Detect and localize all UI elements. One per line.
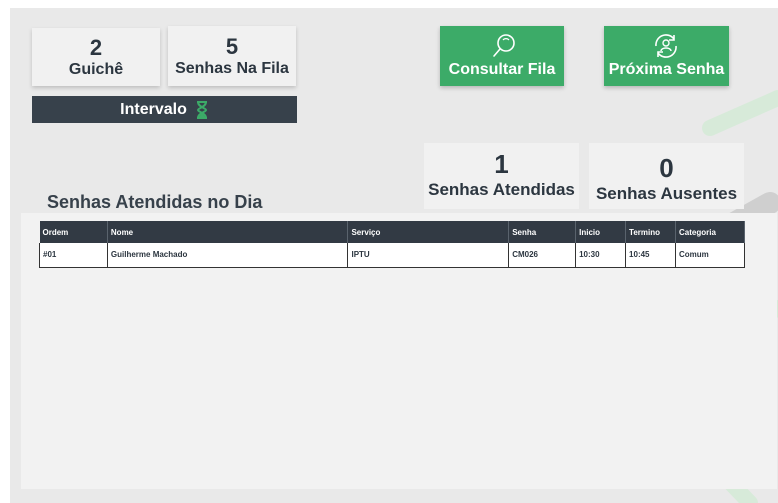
guiche-card: 2 Guichê [32,28,160,86]
atendidas-value: 1 [494,149,509,179]
intervalo-label: Intervalo [120,100,187,118]
section-title: Senhas Atendidas no Dia [47,192,263,212]
column-header: Categoria [675,221,745,243]
column-header: Inicio [575,221,627,243]
column-header: Nome [107,221,349,243]
intervalo-button[interactable]: Intervalo [32,96,297,123]
guiche-value: 2 [89,35,103,60]
table-cell: #01 [39,243,108,268]
table-panel: Ordem Nome Serviço Senha Inicio Termino … [21,213,777,489]
column-header: Termino [625,221,677,243]
proxima-senha-button[interactable]: Próxima Senha [604,26,729,86]
main-frame: 2 Guichê 5 Senhas Na Fila Intervalo Cons… [10,8,778,503]
table-cell: Comum [675,243,745,268]
column-header: Serviço [347,221,510,243]
table-cell: IPTU [347,243,510,268]
guiche-label: Guichê [68,61,124,78]
table-row[interactable]: #01 Guilherme Machado IPTU CM026 10:30 1… [39,243,745,268]
senhas-table: Ordem Nome Serviço Senha Inicio Termino … [39,221,745,268]
ausentes-value: 0 [659,153,674,183]
search-icon [493,34,515,57]
consultar-fila-label: Consultar Fila [448,61,556,78]
hourglass-icon [196,100,207,119]
atendidas-card: 1 Senhas Atendidas [424,143,579,209]
refresh-user-icon [655,34,677,58]
queue-value: 5 [225,34,239,59]
column-header: Ordem [39,221,108,243]
atendidas-label: Senhas Atendidas [428,180,575,199]
column-header: Senha [508,221,577,243]
table-cell: 10:30 [575,243,627,268]
table-header-row: Ordem Nome Serviço Senha Inicio Termino … [39,221,745,243]
ausentes-card: 0 Senhas Ausentes [589,143,744,209]
queue-card: 5 Senhas Na Fila [168,26,296,86]
proxima-senha-label: Próxima Senha [608,61,725,78]
ausentes-label: Senhas Ausentes [595,184,738,203]
consultar-fila-button[interactable]: Consultar Fila [440,26,564,86]
table-cell: Guilherme Machado [107,243,349,268]
queue-label: Senhas Na Fila [175,60,289,77]
table-cell: 10:45 [625,243,677,268]
table-cell: CM026 [508,243,577,268]
